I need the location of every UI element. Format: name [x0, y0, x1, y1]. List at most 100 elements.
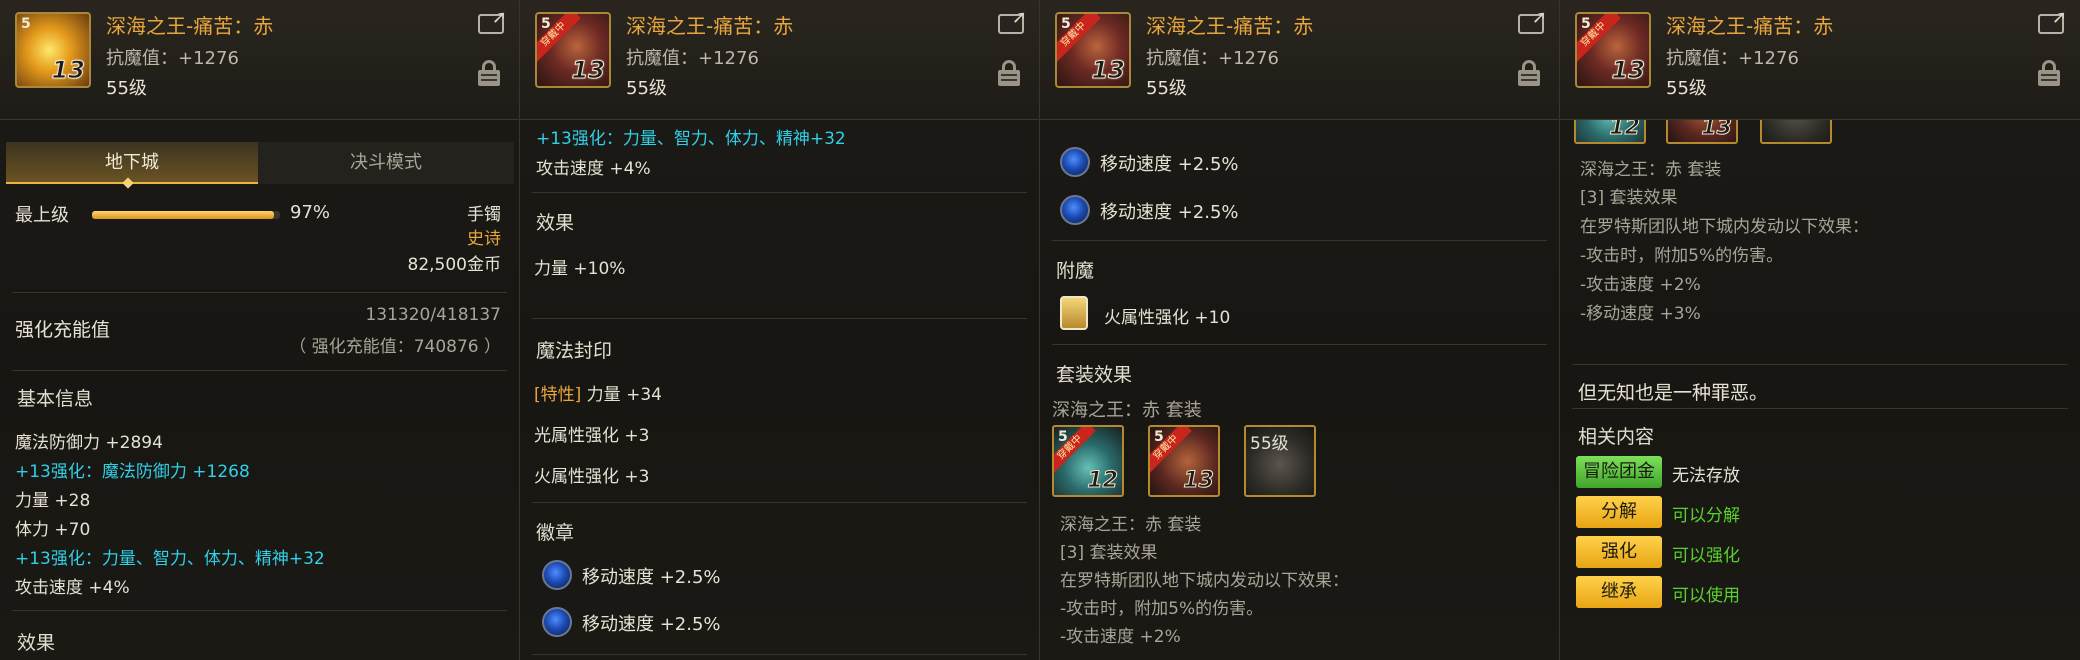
set-effect-line: -攻击时，附加5%的伤害。 — [1580, 246, 1784, 266]
item-title: 深海之王-痛苦：赤 — [626, 14, 794, 38]
set-name: 深海之王：赤 套装 — [1580, 160, 1722, 180]
charge-value: 131320/418137 — [365, 305, 501, 325]
blue-emblem-icon — [542, 560, 572, 590]
icon-enhance-level: 13 — [571, 56, 605, 85]
seal-trait-line: [特性] 力量 +34 — [534, 380, 662, 405]
item-title: 深海之王-痛苦：赤 — [106, 14, 274, 38]
slot-corner-number: 5 — [1154, 429, 1164, 445]
set-item-slot[interactable]: 穿戴中 5 13 — [1148, 425, 1220, 497]
tooltip-panel-4: 12 13 穿戴中 5 13 深海之王-痛苦：赤 抗魔值：+1276 55级 深… — [1560, 0, 2080, 660]
seal-trait-tag: [特性] — [534, 385, 582, 405]
item-magic-resist: 抗魔值：+1276 — [106, 48, 239, 69]
set-effect-line: 在罗特斯团队地下城内发动以下效果： — [1580, 217, 1869, 237]
stat-line: +13强化：力量、智力、体力、精神+32 — [15, 549, 325, 569]
icon-corner-number: 5 — [21, 16, 31, 32]
grade-progress-bar — [92, 211, 280, 219]
set-name: 深海之王：赤 套装 — [1060, 515, 1202, 535]
seal-line: 光属性强化 +3 — [534, 426, 650, 446]
lock-icon[interactable] — [478, 60, 500, 86]
item-level: 55级 — [626, 78, 667, 99]
grade-label: 最上级 — [15, 205, 69, 226]
effect-title: 效果 — [536, 212, 575, 234]
blue-emblem-icon — [542, 607, 572, 637]
icon-enhance-level: 13 — [1091, 56, 1125, 85]
icon-enhance-level: 13 — [51, 56, 85, 85]
slot-enhance-level: 13 — [1183, 468, 1215, 494]
set-item-slot[interactable]: 穿戴中 5 12 — [1052, 425, 1124, 497]
tab-duel-mode[interactable]: 决斗模式 — [258, 142, 514, 184]
divider — [12, 610, 507, 611]
flavor-text: 但无知也是一种罪恶。 — [1578, 382, 1769, 404]
lock-icon[interactable] — [998, 60, 1020, 86]
item-icon: 穿戴中 5 13 — [535, 12, 611, 88]
divider — [1572, 364, 2068, 365]
item-title: 深海之王-痛苦：赤 — [1666, 14, 1834, 38]
tab-dungeon[interactable]: 地下城 — [6, 142, 258, 184]
seal-trait-value: 力量 +34 — [581, 385, 662, 405]
item-header: 5 13 深海之王-痛苦：赤 抗魔值：+1276 55级 — [0, 0, 519, 120]
item-title: 深海之王-痛苦：赤 — [1146, 14, 1314, 38]
lock-icon[interactable] — [1518, 60, 1540, 86]
set-effect-line: -攻击时，附加5%的伤害。 — [1060, 599, 1264, 619]
slot-type: 手镯 — [467, 205, 501, 225]
set-effect-line: -攻击速度 +2% — [1580, 275, 1701, 295]
emblem-line: 移动速度 +2.5% — [1100, 202, 1239, 223]
emblem-title: 徽章 — [536, 522, 575, 544]
blue-emblem-icon — [1060, 195, 1090, 225]
divider — [12, 292, 507, 293]
adventure-vault-button[interactable]: 冒险团金库 — [1576, 456, 1662, 514]
set-effect-title: 套装效果 — [1056, 364, 1133, 386]
share-icon[interactable] — [1518, 7, 1547, 34]
icon-enhance-level: 13 — [1611, 56, 1645, 85]
stat-line: 攻击速度 +4% — [536, 159, 651, 179]
set-effect-line: -移动速度 +3% — [1580, 304, 1701, 324]
tooltip-panel-1: 5 13 深海之王-痛苦：赤 抗魔值：+1276 55级 地下城 决斗模式 最上… — [0, 0, 520, 660]
icon-corner-number: 5 — [541, 16, 551, 32]
set-effect-line: -攻击速度 +2% — [1060, 627, 1181, 647]
item-header: 穿戴中 5 13 深海之王-痛苦：赤 抗魔值：+1276 55级 — [1560, 0, 2080, 120]
item-header: 穿戴中 5 13 深海之王-痛苦：赤 抗魔值：+1276 55级 — [1040, 0, 1559, 120]
slot-corner-number: 5 — [1058, 429, 1068, 445]
charge-label: 强化充能值 — [15, 319, 111, 341]
share-icon[interactable] — [2038, 7, 2067, 34]
lock-icon[interactable] — [2038, 60, 2060, 86]
effect-value: 力量 +10% — [534, 259, 626, 279]
item-tooltip-strip: 5 13 深海之王-痛苦：赤 抗魔值：+1276 55级 地下城 决斗模式 最上… — [0, 0, 2080, 660]
emblem-line: 移动速度 +2.5% — [582, 614, 721, 635]
item-level: 55级 — [106, 78, 147, 99]
stat-line: +13强化：力量、智力、体力、精神+32 — [536, 129, 846, 149]
vault-status: 无法存放 — [1672, 466, 1740, 486]
item-magic-resist: 抗魔值：+1276 — [1666, 48, 1799, 69]
stat-line: 体力 +70 — [15, 520, 91, 540]
enchant-card-icon — [1060, 296, 1088, 330]
divider — [532, 502, 1027, 503]
disassemble-status: 可以分解 — [1672, 506, 1740, 526]
magic-seal-title: 魔法封印 — [536, 340, 613, 362]
seal-line: 火属性强化 +3 — [534, 467, 650, 487]
inherit-button[interactable]: 继承 — [1576, 576, 1662, 608]
set-name: 深海之王：赤 套装 — [1052, 400, 1202, 421]
grade-progress-fill — [92, 211, 275, 219]
stat-line: +13强化：魔法防御力 +1268 — [15, 462, 250, 482]
stat-line: 魔法防御力 +2894 — [15, 433, 163, 453]
share-icon[interactable] — [478, 7, 507, 34]
emblem-line: 移动速度 +2.5% — [1100, 154, 1239, 175]
enhance-button[interactable]: 强化 — [1576, 536, 1662, 568]
charge-sub-value: （ 强化充能值：740876 ） — [289, 337, 501, 357]
icon-corner-number: 5 — [1061, 16, 1071, 32]
share-icon[interactable] — [998, 7, 1027, 34]
divider — [532, 192, 1027, 193]
set-item-slot[interactable]: 55级 — [1244, 425, 1316, 497]
related-content-title: 相关内容 — [1578, 426, 1655, 448]
disassemble-button[interactable]: 分解 — [1576, 496, 1662, 528]
rarity-label: 史诗 — [467, 229, 501, 249]
enhance-status: 可以强化 — [1672, 546, 1740, 566]
item-icon: 5 13 — [15, 12, 91, 88]
divider — [12, 370, 507, 371]
slot-level-text: 55级 — [1250, 434, 1289, 454]
tooltip-panel-2: 穿戴中 5 13 深海之王-痛苦：赤 抗魔值：+1276 55级 +13强化：力… — [520, 0, 1040, 660]
divider — [1052, 344, 1547, 345]
enchant-value: 火属性强化 +10 — [1104, 308, 1231, 328]
tooltip-panel-3: 穿戴中 5 13 深海之王-痛苦：赤 抗魔值：+1276 55级 移动速度 +2… — [1040, 0, 1560, 660]
stat-line: 力量 +28 — [15, 491, 91, 511]
